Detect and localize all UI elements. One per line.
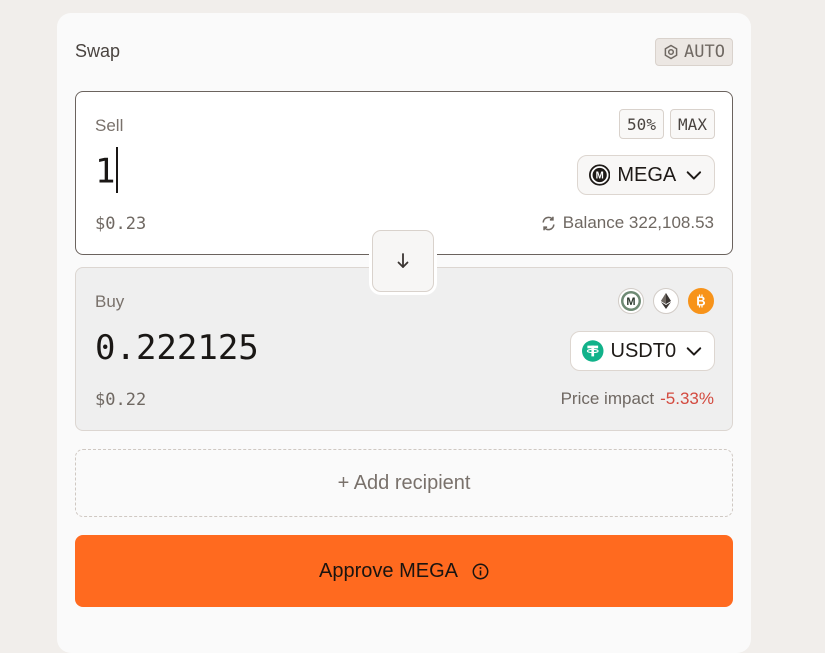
svg-text:B: B	[696, 294, 705, 309]
settings-hexagon-icon	[664, 44, 678, 60]
add-recipient-button[interactable]: + Add recipient	[75, 449, 733, 517]
price-impact: Price impact -5.33%	[561, 389, 714, 409]
price-impact-label: Price impact	[560, 389, 655, 408]
svg-text:M: M	[626, 296, 635, 308]
sell-token-symbol: MEGA	[617, 163, 677, 186]
sell-label: Sell	[95, 116, 124, 135]
quick-token-bitcoin[interactable]: B	[688, 288, 714, 314]
balance-text: Balance 322,108.53	[562, 213, 714, 232]
chevron-down-icon	[686, 171, 702, 180]
swap-title: Swap	[75, 41, 121, 61]
quick-token-list: M B	[618, 288, 714, 314]
buy-token-selector[interactable]: USDT0	[570, 331, 715, 371]
refresh-icon	[542, 216, 555, 230]
buy-label: Buy	[95, 292, 125, 311]
mega-icon: M	[621, 291, 641, 311]
sell-usd-value: $0.23	[95, 214, 147, 234]
price-impact-value: -5.33%	[660, 389, 714, 408]
swap-direction-button[interactable]	[372, 230, 434, 292]
chevron-down-icon	[686, 347, 702, 356]
sell-amount-input[interactable]: 1	[95, 147, 119, 196]
quick-token-mega[interactable]: M	[618, 288, 644, 314]
approve-label: Approve MEGA	[319, 559, 458, 582]
fifty-percent-button[interactable]: 50%	[619, 109, 664, 139]
sell-token-selector[interactable]: M MEGA	[577, 155, 715, 195]
max-button[interactable]: MAX	[670, 109, 715, 139]
auto-settings-button[interactable]: AUTO	[655, 38, 733, 66]
sell-amount-value: 1	[95, 151, 116, 192]
mega-token-icon: M	[589, 164, 611, 186]
text-caret	[116, 147, 119, 193]
bitcoin-icon: B	[696, 294, 705, 309]
buy-token-symbol: USDT0	[610, 339, 677, 362]
buy-usd-value: $0.22	[95, 390, 147, 410]
sell-balance[interactable]: Balance 322,108.53	[540, 213, 714, 233]
usdt0-token-icon	[582, 340, 604, 362]
ethereum-icon	[661, 293, 671, 309]
info-icon	[472, 563, 489, 579]
arrow-down-icon	[397, 253, 409, 268]
svg-text:M: M	[596, 171, 604, 182]
buy-amount-output: 0.222125	[95, 328, 259, 368]
auto-label: AUTO	[684, 42, 725, 62]
approve-button[interactable]: Approve MEGA	[75, 535, 733, 607]
swap-card: Swap AUTO Sell 50% MAX 1 M MEGA $0.23 Ba…	[57, 13, 751, 653]
quick-token-ethereum[interactable]	[653, 288, 679, 314]
